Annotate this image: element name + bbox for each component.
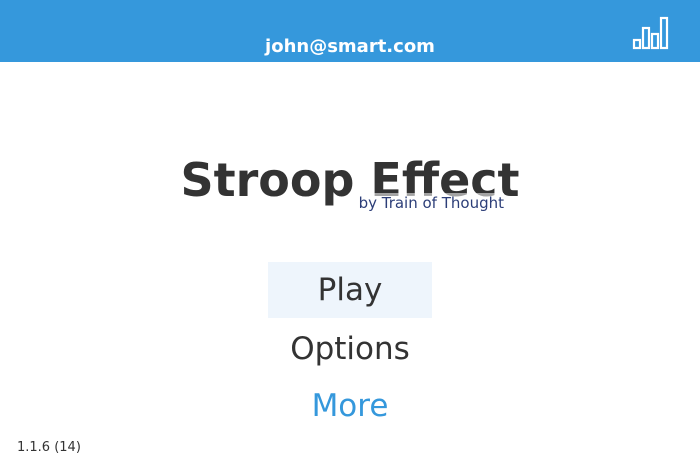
stats-button[interactable] bbox=[628, 14, 676, 54]
game-subtitle: by Train of Thought bbox=[358, 193, 504, 213]
version-label: 1.1.6 (14) bbox=[17, 440, 81, 455]
user-email: john@smart.com bbox=[265, 36, 435, 57]
app-window: john@smart.com Stroop Effect by Train of… bbox=[0, 0, 700, 467]
top-bar: john@smart.com bbox=[0, 0, 700, 62]
options-button[interactable]: Options bbox=[268, 321, 432, 377]
game-title: Stroop Effect bbox=[180, 153, 520, 207]
more-button[interactable]: More bbox=[268, 378, 432, 434]
bar-chart-icon bbox=[632, 16, 669, 50]
play-button[interactable]: Play bbox=[268, 262, 432, 318]
title-block: Stroop Effect by Train of Thought bbox=[0, 148, 700, 218]
